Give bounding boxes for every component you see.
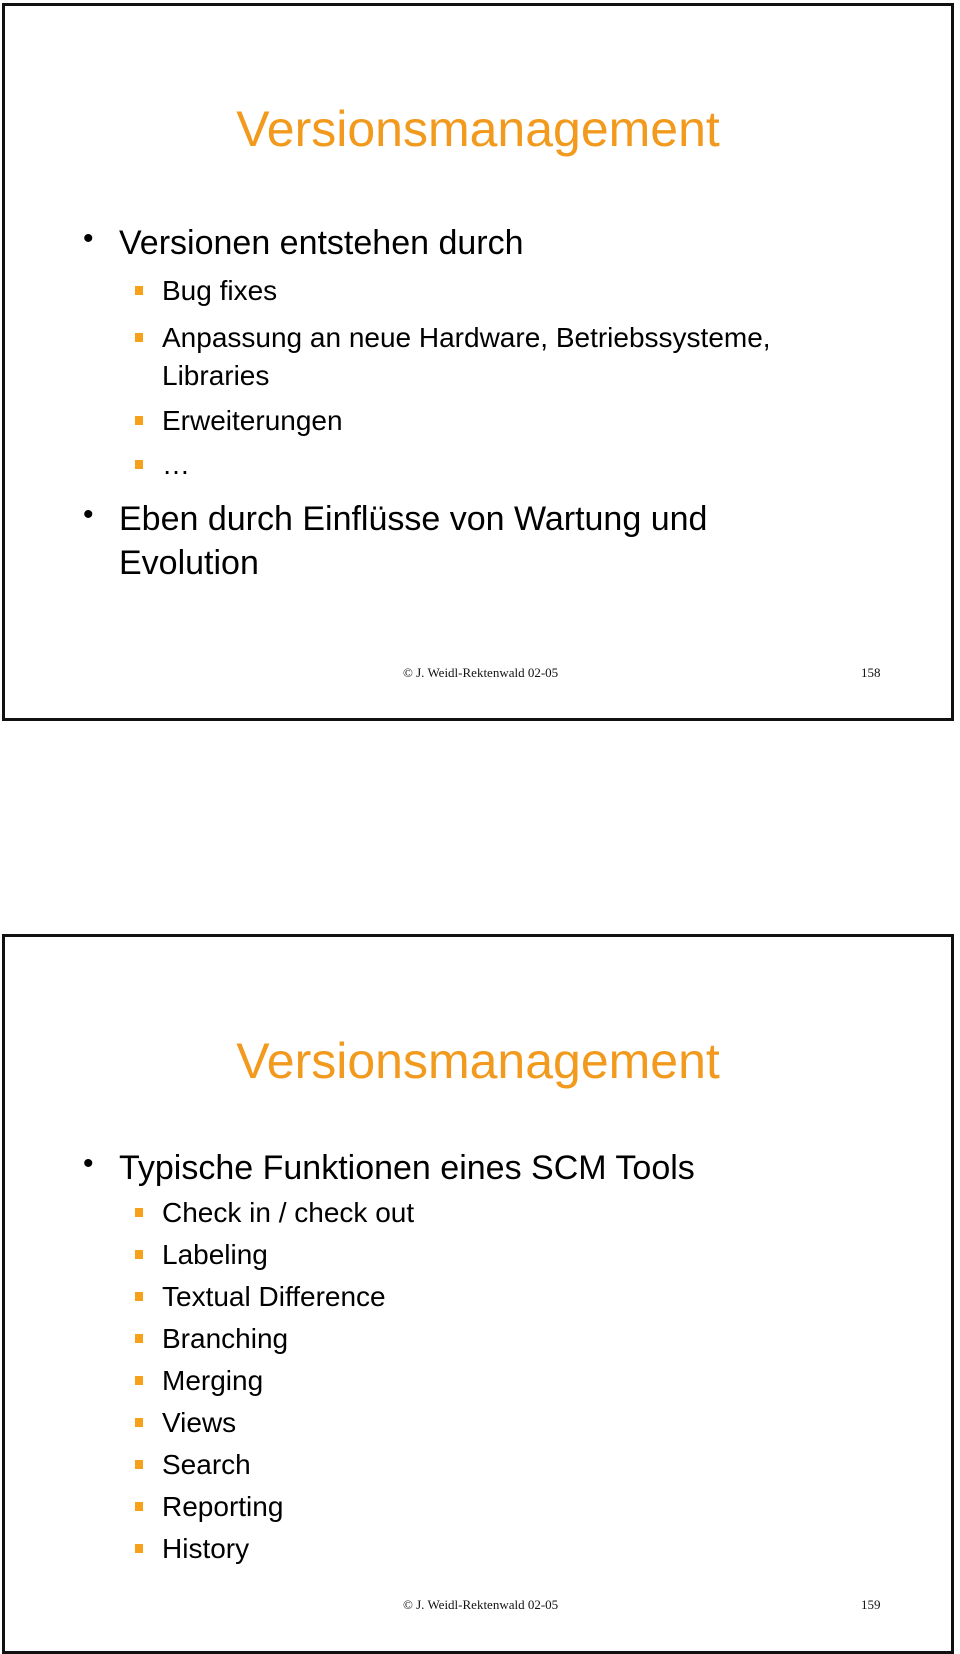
square-bullet-icon: [135, 286, 143, 295]
page-number: 158: [861, 665, 881, 680]
sub-bullet-text: Textual Difference: [162, 1281, 386, 1312]
bullet-dot-icon: •: [83, 498, 94, 531]
page-number: 159: [861, 1597, 881, 1612]
slide-159: Versionsmanagement • Typische Funktionen…: [2, 934, 954, 1654]
square-bullet-icon: [135, 1250, 143, 1259]
bullet-text: Versionen entstehen durch: [119, 224, 524, 262]
square-bullet-icon: [135, 460, 143, 469]
square-bullet-icon: [135, 416, 143, 425]
sub-bullet-text: Bug fixes: [162, 275, 278, 306]
bullet-dot-icon: •: [83, 222, 94, 255]
footer-copyright: © J. Weidl-Rektenwald 02-05: [403, 1597, 559, 1612]
bullet-text: Eben durch Einflüsse von Wartung und: [119, 500, 708, 538]
sub-bullet-text: …: [162, 449, 190, 480]
sub-bullet-text: Labeling: [162, 1239, 268, 1270]
bullet-dot-icon: •: [83, 1147, 94, 1180]
sub-bullet-text: History: [162, 1533, 250, 1564]
square-bullet-icon: [135, 1418, 143, 1427]
square-bullet-icon: [135, 1292, 143, 1301]
sub-bullet-text: Anpassung an neue Hardware, Betriebssyst…: [162, 322, 771, 353]
bullet-text-continued: Evolution: [119, 544, 259, 582]
sub-bullet-text: Reporting: [162, 1491, 284, 1522]
sub-bullet-text: Erweiterungen: [162, 405, 343, 436]
sub-bullet-text: Search: [162, 1449, 251, 1480]
bullet-text: Typische Funktionen eines SCM Tools: [119, 1149, 695, 1187]
sub-bullet-text: Views: [162, 1407, 237, 1438]
square-bullet-icon: [135, 1208, 143, 1217]
sub-bullet-text-continued: Libraries: [162, 360, 270, 391]
square-bullet-icon: [135, 1544, 143, 1553]
square-bullet-icon: [135, 1502, 143, 1511]
slide-title: Versionsmanagement: [236, 1033, 720, 1089]
square-bullet-icon: [135, 1376, 143, 1385]
sub-bullet-text: Check in / check out: [162, 1197, 415, 1228]
sub-bullet-text: Merging: [162, 1365, 264, 1396]
slide-title: Versionsmanagement: [236, 101, 720, 157]
square-bullet-icon: [135, 333, 143, 342]
slide-158: Versionsmanagement • Versionen entstehen…: [2, 3, 954, 721]
footer-copyright: © J. Weidl-Rektenwald 02-05: [403, 665, 559, 680]
sub-bullet-text: Branching: [162, 1323, 289, 1354]
square-bullet-icon: [135, 1334, 143, 1343]
square-bullet-icon: [135, 1460, 143, 1469]
